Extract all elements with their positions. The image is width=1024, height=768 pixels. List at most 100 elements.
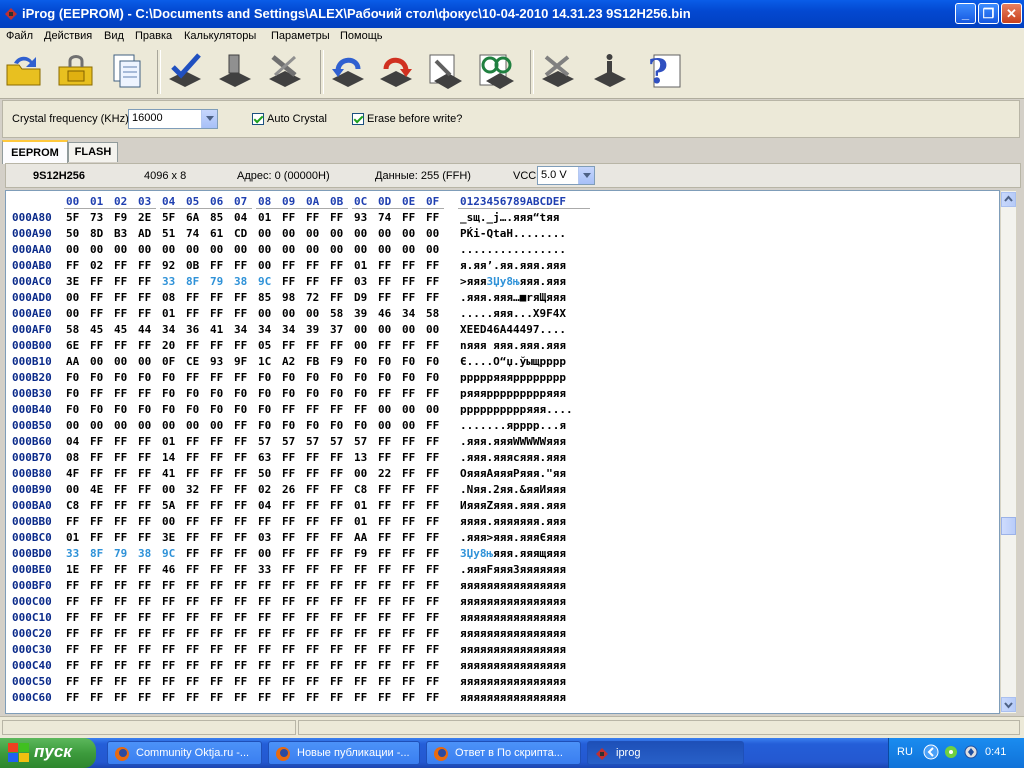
hex-byte[interactable]: FF [282,467,295,480]
hex-byte[interactable]: FF [258,643,271,656]
hex-byte[interactable]: FF [114,691,127,704]
hex-byte[interactable]: FF [426,579,439,592]
hex-byte[interactable]: FF [426,531,439,544]
hex-byte[interactable]: 00 [66,243,79,256]
hex-byte[interactable]: FF [402,211,415,224]
hex-ascii[interactable]: яяяяяяяяяяяяяяяя [460,611,566,624]
hex-byte[interactable]: FF [426,483,439,496]
hex-byte[interactable]: 34 [258,323,271,336]
hex-byte[interactable]: 00 [378,243,391,256]
hex-row[interactable]: 000B90 00 4E FF FF 00 32 FF FF 02 26 FF FF C8 FF FF FF .N… [6,480,999,496]
hex-ascii[interactable]: PЌі-QtaН........ [460,227,566,240]
hex-byte[interactable]: FF [114,387,127,400]
hex-byte[interactable]: FF [426,435,439,448]
hex-byte[interactable]: 39 [306,323,319,336]
hex-byte[interactable]: FF [90,691,103,704]
hex-byte[interactable]: 01 [354,515,367,528]
hex-byte[interactable]: FF [378,451,391,464]
hex-byte[interactable]: 00 [258,243,271,256]
hex-byte[interactable]: FF [186,307,199,320]
hex-byte[interactable]: FF [186,547,199,560]
hex-byte[interactable]: FF [330,531,343,544]
hex-byte[interactable]: 00 [282,307,295,320]
hex-byte[interactable]: 03 [354,275,367,288]
hex-byte[interactable]: F0 [282,387,295,400]
hex-byte[interactable]: F0 [426,371,439,384]
hex-byte[interactable]: FF [330,643,343,656]
hex-byte[interactable]: 33 [66,547,79,560]
hex-byte[interactable]: FF [354,579,367,592]
hex-byte[interactable]: 00 [114,355,127,368]
hex-byte[interactable]: FF [114,611,127,624]
hex-byte[interactable]: 0F [162,355,175,368]
hex-byte[interactable]: FF [426,675,439,688]
hex-byte[interactable]: 00 [66,419,79,432]
hex-byte[interactable]: FF [90,579,103,592]
hex-byte[interactable]: FF [354,659,367,672]
hex-ascii[interactable]: яяяяяяяяяяяяяяяя [460,643,566,656]
hex-byte[interactable]: FF [426,547,439,560]
hex-byte[interactable]: FF [306,563,319,576]
hex-byte[interactable]: FF [306,275,319,288]
hex-byte[interactable]: 00 [378,227,391,240]
hex-byte[interactable]: FF [402,291,415,304]
hex-byte[interactable]: FF [330,275,343,288]
hex-byte[interactable]: FF [186,339,199,352]
hex-byte[interactable]: 00 [138,419,151,432]
hex-byte[interactable]: FF [90,515,103,528]
hex-byte[interactable]: FF [402,467,415,480]
hex-byte[interactable]: 00 [354,467,367,480]
hex-byte[interactable]: 74 [378,211,391,224]
hex-byte[interactable]: CD [234,227,247,240]
hex-byte[interactable]: 01 [354,259,367,272]
hex-byte[interactable]: 57 [330,435,343,448]
hex-byte[interactable]: FF [330,627,343,640]
hex-byte[interactable]: FF [402,643,415,656]
hex-ascii[interactable]: яяяяяяяяяяяяяяяя [460,595,566,608]
hex-byte[interactable]: 63 [258,451,271,464]
hex-byte[interactable]: FF [378,275,391,288]
hex-byte[interactable]: FF [138,579,151,592]
hex-byte[interactable]: F0 [330,419,343,432]
vcc-select[interactable]: 5.0 V [537,166,595,185]
hex-byte[interactable]: F0 [354,371,367,384]
hex-byte[interactable]: 93 [210,355,223,368]
hex-byte[interactable]: 01 [258,211,271,224]
hex-byte[interactable]: FF [306,643,319,656]
hex-byte[interactable]: FF [138,291,151,304]
hex-row[interactable]: 000B50 00 00 00 00 00 00 00 FF F0 F0 F0 F0 F0 00 00 FF..… [6,416,999,432]
hex-byte[interactable]: FF [330,691,343,704]
hex-byte[interactable]: 00 [138,243,151,256]
hex-byte[interactable]: FF [66,259,79,272]
chevron-down-icon[interactable] [578,167,594,184]
hex-ascii[interactable]: ................ [460,243,566,256]
hex-byte[interactable]: F0 [330,387,343,400]
hex-byte[interactable]: 00 [162,243,175,256]
hex-byte[interactable]: FF [90,291,103,304]
menu-help[interactable]: Помощь [340,30,383,42]
hex-byte[interactable]: FF [306,675,319,688]
hex-byte[interactable]: FF [138,659,151,672]
hex-byte[interactable]: 79 [210,275,223,288]
hex-byte[interactable]: FF [306,627,319,640]
hex-byte[interactable]: FF [282,691,295,704]
hex-row[interactable]: 000BC0 01 FF FF FF 3E FF FF FF 03 FF FF FF AA FF FF FF .я… [6,528,999,544]
hex-ascii[interactable]: _sщ._j….яяя“tяя [460,211,559,224]
hex-byte[interactable]: FF [426,595,439,608]
hex-row[interactable]: 000C10 FF FF FF FF FF FF FF FF FF FF FF FF FF FF FF FF яя… [6,608,999,624]
hex-ascii[interactable]: яяяяяяяяяяяяяяяя [460,627,566,640]
hex-byte[interactable]: 00 [162,515,175,528]
menu-calculators[interactable]: Калькуляторы [184,30,256,42]
hex-byte[interactable]: FF [162,627,175,640]
hex-row[interactable]: 000AB0 FF 02 FF FF 92 0B FF FF 00 FF FF FF 01 FF FF FF я.… [6,256,999,272]
hex-byte[interactable]: FF [282,579,295,592]
hex-byte[interactable]: FF [282,547,295,560]
hex-byte[interactable]: 00 [210,419,223,432]
hex-byte[interactable]: FF [306,403,319,416]
hex-byte[interactable]: FF [426,291,439,304]
hex-byte[interactable]: 34 [234,323,247,336]
hex-byte[interactable]: 08 [66,451,79,464]
hex-byte[interactable]: F0 [258,371,271,384]
hex-byte[interactable]: FF [162,691,175,704]
hex-byte[interactable]: FF [426,659,439,672]
